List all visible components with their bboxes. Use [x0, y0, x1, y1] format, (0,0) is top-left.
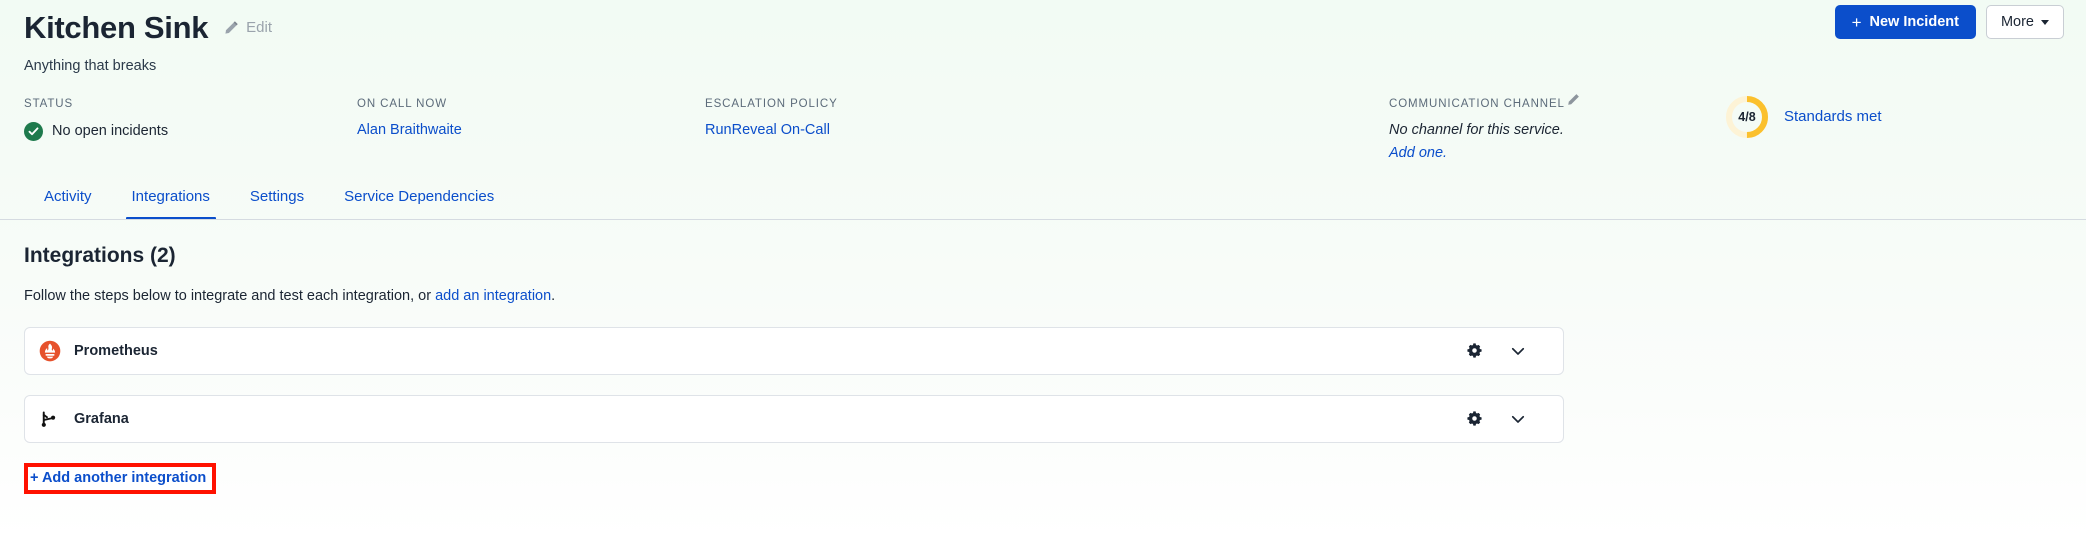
page-header: Kitchen Sink Edit Anything that breaks +… — [0, 0, 2086, 74]
integrations-section: Integrations (2) Follow the steps below … — [0, 220, 2086, 494]
tab-activity[interactable]: Activity — [24, 180, 112, 220]
on-call-user-link[interactable]: Alan Braithwaite — [357, 122, 462, 138]
desc-text-before: Follow the steps below to integrate and … — [24, 287, 436, 304]
chevron-down-icon[interactable] — [1509, 342, 1527, 360]
add-an-integration-link[interactable]: add an integration — [435, 288, 551, 304]
add-another-integration-highlight: + Add another integration — [24, 462, 217, 494]
integration-name: Prometheus — [74, 342, 158, 359]
standards-met-widget[interactable]: 4/8 Standards met — [1724, 94, 1882, 140]
status-text: No open incidents — [52, 123, 169, 140]
integration-row-grafana[interactable]: Grafana — [24, 394, 1564, 443]
meta-on-call: ON CALL NOW Alan Braithwaite — [357, 98, 462, 138]
pencil-icon[interactable] — [1567, 93, 1580, 106]
edit-title-button[interactable]: Edit — [224, 19, 272, 36]
check-circle-icon — [24, 121, 43, 141]
meta-communication-channel: COMMUNICATION CHANNEL No channel for thi… — [1389, 93, 1580, 161]
page-title: Kitchen Sink — [24, 10, 209, 45]
communication-channel-label: COMMUNICATION CHANNEL — [1389, 97, 1565, 110]
tab-settings[interactable]: Settings — [230, 180, 324, 220]
integration-name: Grafana — [74, 410, 129, 427]
add-channel-link[interactable]: Add one. — [1389, 145, 1580, 161]
status-label: STATUS — [24, 97, 74, 110]
integration-actions — [1466, 410, 1549, 428]
header-actions: + New Incident More — [1834, 5, 2064, 39]
tab-divider — [0, 218, 2086, 220]
integration-actions — [1466, 342, 1549, 360]
channel-value: No channel for this service. Add one. — [1389, 122, 1580, 161]
section-title: Integrations (2) — [24, 243, 176, 267]
grafana-logo — [41, 411, 56, 427]
status-value-row: No open incidents — [24, 121, 169, 141]
edit-label: Edit — [246, 19, 273, 36]
meta-escalation-policy: ESCALATION POLICY RunReveal On-Call — [705, 98, 838, 138]
meta-status: STATUS No open incidents — [24, 98, 168, 141]
standards-met-link[interactable]: Standards met — [1784, 108, 1882, 125]
integration-identity: Grafana — [39, 408, 1466, 430]
integration-identity: Prometheus — [39, 340, 1466, 362]
on-call-label: ON CALL NOW — [357, 97, 447, 110]
standards-fraction: 4/8 — [1738, 109, 1756, 124]
standards-donut: 4/8 — [1724, 94, 1770, 140]
section-description: Follow the steps below to integrate and … — [24, 288, 2062, 304]
integration-list: Prometheus Grafana — [24, 326, 2062, 443]
more-label: More — [2000, 14, 2034, 30]
tab-bar: Activity Integrations Settings Service D… — [0, 180, 2086, 220]
integration-row-prometheus[interactable]: Prometheus — [24, 326, 1564, 375]
new-incident-button[interactable]: + New Incident — [1834, 5, 1976, 39]
tab-service-dependencies[interactable]: Service Dependencies — [324, 180, 514, 220]
channel-label-row: COMMUNICATION CHANNEL — [1389, 93, 1580, 110]
gear-icon[interactable] — [1466, 342, 1483, 359]
prometheus-logo — [39, 340, 61, 361]
chevron-down-icon — [2041, 19, 2049, 25]
service-page: Kitchen Sink Edit Anything that breaks +… — [0, 0, 2086, 538]
escalation-policy-label: ESCALATION POLICY — [705, 97, 838, 110]
gear-icon[interactable] — [1466, 410, 1483, 427]
tab-integrations[interactable]: Integrations — [112, 180, 230, 220]
new-incident-label: New Incident — [1869, 14, 1959, 30]
tab-list: Activity Integrations Settings Service D… — [24, 180, 2062, 220]
service-meta-strip: STATUS No open incidents ON CALL NOW Ala… — [0, 93, 2086, 176]
add-another-integration-link[interactable]: + Add another integration — [30, 470, 206, 486]
plus-icon: + — [1851, 12, 1862, 32]
service-description: Anything that breaks — [24, 57, 157, 74]
pencil-icon — [225, 21, 238, 34]
chevron-down-icon[interactable] — [1509, 410, 1527, 428]
channel-note: No channel for this service. — [1389, 121, 1564, 138]
title-row: Kitchen Sink Edit — [24, 10, 2062, 46]
more-button[interactable]: More — [1985, 5, 2064, 39]
desc-text-after: . — [551, 287, 556, 304]
escalation-policy-link[interactable]: RunReveal On-Call — [705, 122, 830, 138]
